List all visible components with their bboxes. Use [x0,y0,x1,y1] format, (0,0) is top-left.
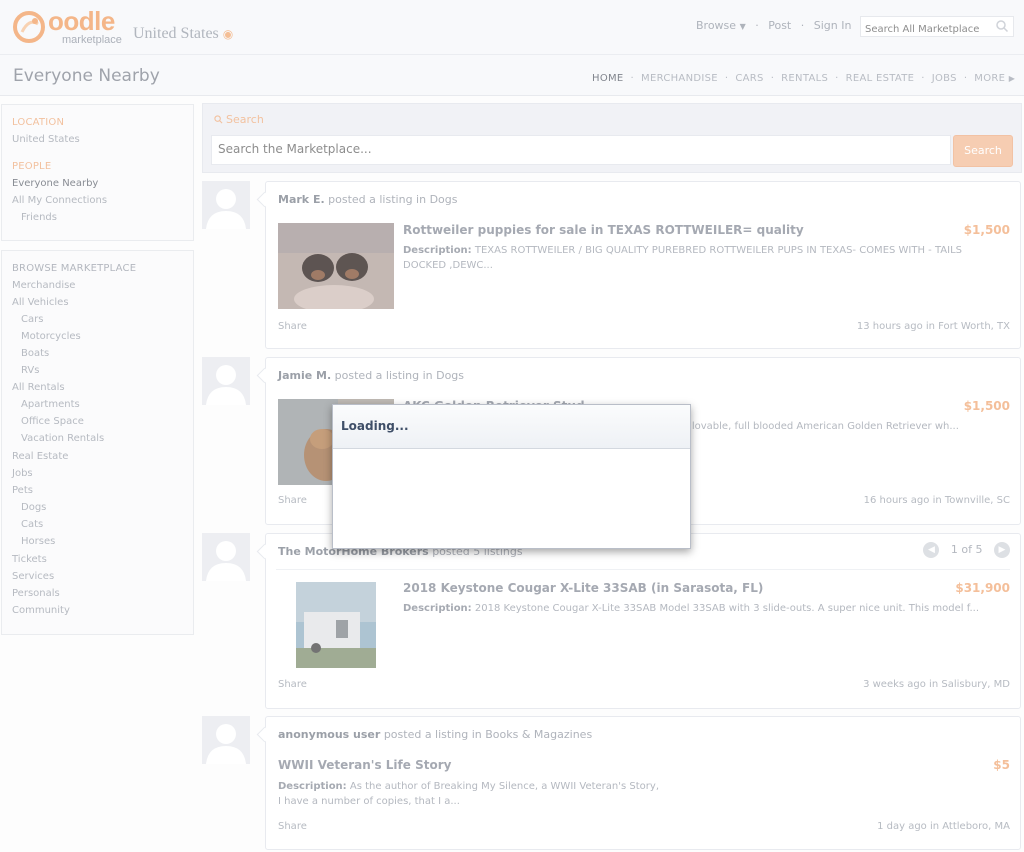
loading-dialog: Loading... [332,404,691,549]
dialog-title: Loading... [341,419,409,433]
dialog-header: Loading... [333,405,690,449]
